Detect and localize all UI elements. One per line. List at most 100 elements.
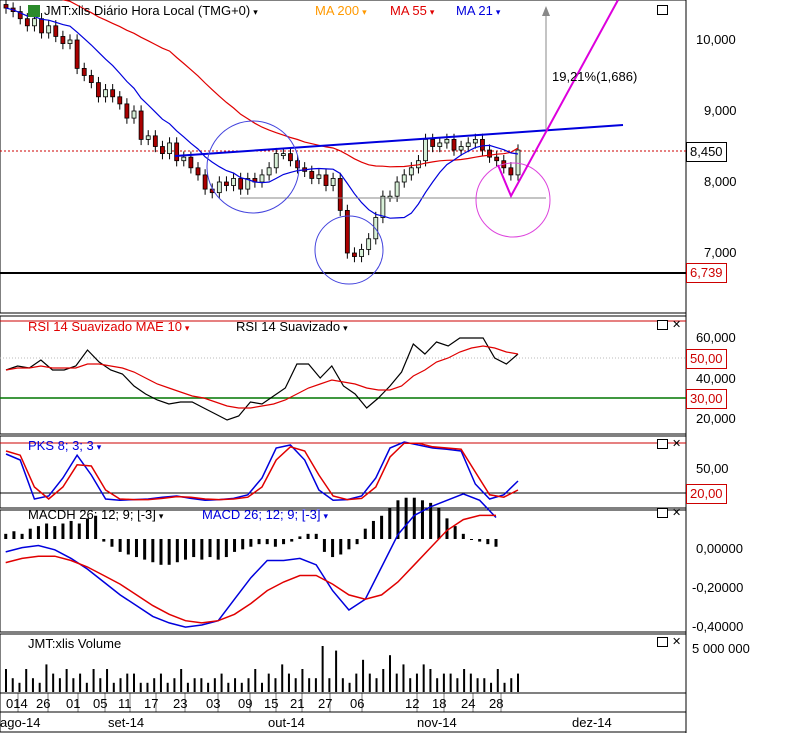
- maximize-button[interactable]: [657, 508, 668, 518]
- candle: [145, 135, 151, 140]
- macd-histogram-bar: [118, 539, 122, 552]
- legend-macdh[interactable]: MACDH 26; 12; 9; [-3] ▾: [28, 507, 163, 522]
- macd-histogram-bar: [371, 520, 375, 539]
- candle: [366, 238, 372, 250]
- candle: [124, 103, 130, 119]
- macd-histogram-bar: [322, 539, 326, 552]
- candle: [401, 174, 407, 183]
- macd-histogram-bar: [184, 539, 188, 560]
- legend-rsi-mae[interactable]: RSI 14 Suavizado MAE 10 ▾: [28, 319, 189, 334]
- candle: [394, 181, 400, 197]
- support-level-tag: 6,739: [686, 263, 727, 283]
- volume-bar: [422, 664, 425, 692]
- volume-bar: [247, 678, 250, 692]
- volume-bar: [395, 673, 398, 692]
- candle: [117, 96, 123, 105]
- volume-bar: [348, 682, 351, 692]
- day-tick-label: 12: [405, 696, 419, 711]
- macd-histogram-bar: [151, 539, 155, 563]
- macd-histogram-bar: [36, 526, 40, 539]
- day-tick-label: 11: [118, 696, 132, 711]
- day-tick-label: 09: [238, 696, 252, 711]
- legend-volume[interactable]: JMT:xlis Volume: [28, 636, 121, 651]
- candle: [167, 142, 172, 154]
- macd-histogram-bar: [175, 539, 179, 563]
- volume-bar: [159, 673, 162, 692]
- macd-histogram-bar: [445, 518, 449, 539]
- volume-bar: [227, 682, 230, 692]
- day-tick-label: 23: [173, 696, 187, 711]
- pks-level-tag: 20,00: [686, 484, 727, 504]
- macd-histogram-bar: [388, 508, 392, 539]
- macd-histogram-bar: [4, 533, 8, 539]
- macd-histogram-bar: [249, 539, 253, 547]
- volume-bar: [436, 678, 439, 692]
- rsi-tick: 60,000: [696, 330, 736, 345]
- price-tick: 7,000: [704, 245, 737, 260]
- macd-histogram-bar: [453, 526, 457, 539]
- candle: [288, 153, 293, 162]
- macd-histogram-bar: [478, 539, 482, 542]
- candle: [138, 110, 144, 140]
- volume-bar: [207, 682, 210, 692]
- macd-histogram-bar: [437, 508, 441, 539]
- candle: [508, 167, 514, 176]
- legend-ma55[interactable]: MA 55 ▾: [390, 3, 434, 18]
- candle: [444, 138, 450, 144]
- macd-tick: -0,20000: [692, 580, 744, 595]
- macd-histogram-bar: [61, 523, 65, 539]
- volume-bar: [79, 673, 82, 692]
- price-panel: [0, 0, 687, 314]
- day-tick-label: 15: [264, 696, 278, 711]
- close-icon[interactable]: ✕: [672, 507, 681, 518]
- candle: [202, 174, 208, 190]
- day-tick-label: 01: [66, 696, 80, 711]
- close-icon[interactable]: ✕: [672, 319, 681, 330]
- volume-bar: [45, 664, 48, 692]
- legend-pks[interactable]: PKS 8; 3; 3 ▾: [28, 438, 101, 453]
- close-icon[interactable]: ✕: [672, 438, 681, 449]
- candle: [32, 18, 37, 27]
- volume-bar: [25, 669, 28, 692]
- legend-ma200[interactable]: MA 200 ▾: [315, 3, 367, 18]
- volume-bar: [106, 669, 109, 692]
- candle: [373, 217, 379, 240]
- day-tick-label: 21: [290, 696, 304, 711]
- volume-bar: [220, 673, 223, 692]
- macd-histogram-bar: [265, 539, 269, 545]
- macd-histogram-bar: [53, 526, 57, 539]
- day-tick-label: 05: [93, 696, 107, 711]
- candle: [323, 174, 329, 186]
- legend-macd[interactable]: MACD 26; 12; 9; [-3] ▾: [202, 507, 328, 522]
- price-panel-title[interactable]: JMT:xlis Diário Hora Local (TMG+0) ▾: [28, 3, 258, 18]
- volume-bar: [58, 678, 61, 692]
- candle: [60, 36, 66, 44]
- macd-tick: 0,00000: [696, 541, 743, 556]
- chart-canvas: 014 26 01 05 11 17 23 03 09 15 21 27 06 12 18 24 28 ago-1…: [0, 0, 687, 733]
- macd-histogram-bar: [380, 515, 384, 539]
- macd-tick: -0,40000: [692, 619, 744, 634]
- maximize-button[interactable]: [657, 637, 668, 647]
- volume-bar: [294, 678, 297, 692]
- volume-bar: [287, 673, 290, 692]
- legend-ma21[interactable]: MA 21 ▾: [456, 3, 500, 18]
- volume-bar: [375, 678, 378, 692]
- volume-bar: [133, 673, 135, 692]
- macd-histogram-bar: [77, 523, 81, 539]
- legend-rsi[interactable]: RSI 14 Suavizado ▾: [236, 319, 348, 334]
- maximize-button[interactable]: [657, 439, 668, 449]
- candle: [430, 138, 436, 147]
- chevron-down-icon[interactable]: ▾: [253, 7, 258, 17]
- candle: [238, 178, 244, 190]
- volume-bar: [11, 678, 14, 692]
- maximize-button[interactable]: [657, 320, 668, 330]
- volume-bar: [5, 669, 7, 692]
- candle: [174, 142, 180, 162]
- close-icon[interactable]: ✕: [672, 636, 681, 647]
- volume-bar: [267, 673, 270, 692]
- volume-bar: [139, 682, 142, 692]
- maximize-button[interactable]: [657, 5, 668, 15]
- macd-histogram-bar: [347, 539, 351, 550]
- volume-bar: [193, 678, 196, 692]
- volume-bar: [65, 669, 68, 692]
